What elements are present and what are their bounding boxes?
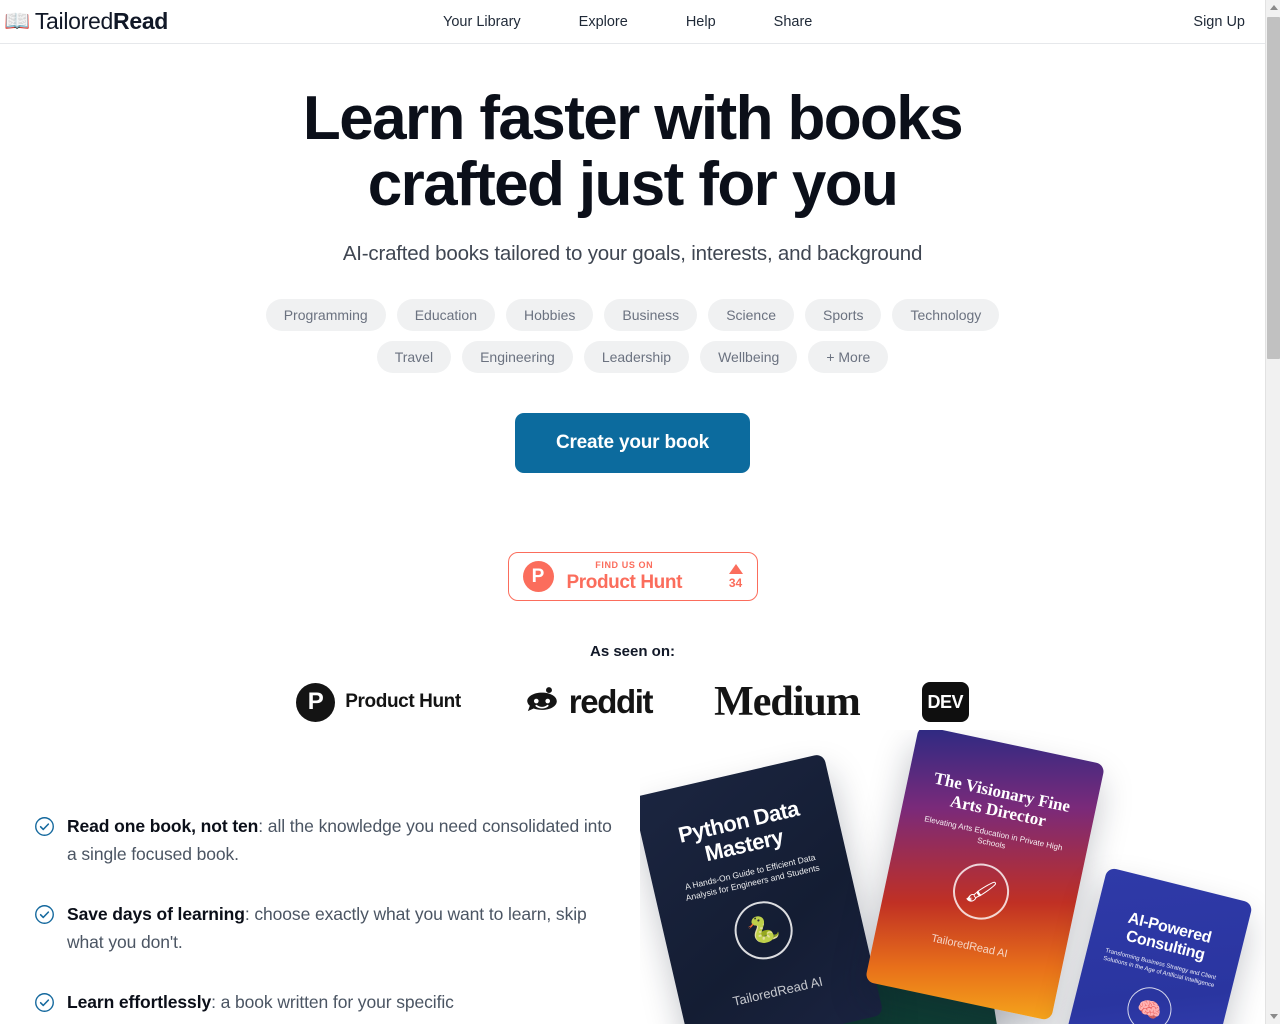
nav-item-your-library[interactable]: Your Library (443, 8, 521, 36)
create-your-book-button[interactable]: Create your book (514, 413, 751, 473)
brand-logo[interactable]: 📖 TailoredRead (0, 10, 168, 33)
top-navbar: 📖 TailoredRead Your Library Explore Help… (0, 0, 1265, 44)
feature-text: Learn effortlessly: a book written for y… (67, 992, 454, 1012)
sign-up-button[interactable]: Sign Up (1193, 14, 1245, 30)
product-hunt-circle-icon: P (296, 682, 336, 722)
primary-nav: Your Library Explore Help Share (443, 8, 812, 36)
product-hunt-badge[interactable]: P FIND US ON Product Hunt 34 (507, 552, 758, 601)
scrollbar-thumb[interactable] (1267, 17, 1280, 359)
logo-reddit-label: reddit (568, 683, 654, 720)
category-pill-more[interactable]: + More (808, 341, 889, 373)
book-cover-ai-powered-consulting: AI-Powered Consulting Transforming Busin… (1056, 866, 1254, 1024)
scroll-down-button[interactable] (1266, 1009, 1280, 1024)
feature-list: Read one book, not ten: all the knowledg… (34, 812, 624, 1024)
category-pill-leadership[interactable]: Leadership (583, 341, 690, 373)
as-seen-on-title: As seen on: (589, 643, 676, 660)
category-pill-programming[interactable]: Programming (265, 299, 386, 331)
category-pill-hobbies[interactable]: Hobbies (506, 299, 594, 331)
check-circle-icon (34, 816, 55, 837)
nav-item-explore[interactable]: Explore (579, 8, 628, 36)
product-hunt-kicker: FIND US ON (595, 560, 654, 570)
logo-product-hunt[interactable]: P Product Hunt (296, 682, 461, 722)
book-cover-python-data-mastery: Python Data Mastery A Hands-On Guide to … (640, 753, 884, 1024)
hero-section: Learn faster with books crafted just for… (0, 44, 1265, 726)
category-pill-education[interactable]: Education (396, 299, 495, 331)
brain-network-icon: 🧠 (1122, 982, 1177, 1024)
feature-text: Save days of learning: choose exactly wh… (67, 904, 587, 952)
chevron-up-icon (1269, 5, 1278, 10)
product-hunt-name: Product Hunt (566, 572, 683, 593)
feature-item-learn-effortlessly: Learn effortlessly: a book written for y… (34, 988, 624, 1016)
as-seen-on-logos: P Product Hunt reddit Medium DEV (0, 678, 1265, 726)
book-sparkle-icon: 📖 (4, 10, 30, 33)
book-footer: TailoredRead AI (930, 932, 1009, 961)
feature-item-save-days: Save days of learning: choose exactly wh… (34, 900, 624, 956)
feature-text: Read one book, not ten: all the knowledg… (67, 816, 612, 864)
page-title: Learn faster with books crafted just for… (302, 84, 964, 219)
book-covers-illustration: Python Data Mastery A Hands-On Guide to … (640, 730, 1280, 1024)
book-cover-visionary-fine-arts-director: The Visionary Fine Arts Director Elevati… (864, 730, 1106, 1021)
landing-page: 📖 TailoredRead Your Library Explore Help… (0, 0, 1280, 1024)
check-circle-icon (34, 992, 55, 1013)
upvote-triangle-icon (728, 563, 743, 574)
category-pill-list: Programming Education Hobbies Business S… (253, 299, 1013, 373)
feature-item-read-one-book: Read one book, not ten: all the knowledg… (34, 812, 624, 868)
category-pill-business[interactable]: Business (604, 299, 698, 331)
cta-container: Create your book (0, 413, 1265, 473)
hero-subtitle: AI-crafted books tailored to your goals,… (342, 242, 923, 265)
logo-dev[interactable]: DEV (921, 682, 969, 722)
category-pill-technology[interactable]: Technology (892, 299, 1000, 331)
nav-item-help[interactable]: Help (686, 8, 716, 36)
logo-reddit[interactable]: reddit (523, 681, 654, 724)
category-pill-engineering[interactable]: Engineering (462, 341, 573, 373)
category-pill-wellbeing[interactable]: Wellbeing (700, 341, 798, 373)
vertical-scrollbar[interactable] (1265, 0, 1280, 1024)
logo-product-hunt-label: Product Hunt (345, 691, 461, 712)
paintbrush-icon: 🖌 (947, 858, 1015, 926)
category-pill-science[interactable]: Science (708, 299, 794, 331)
product-hunt-badge-container: P FIND US ON Product Hunt 34 (0, 552, 1265, 601)
chevron-down-icon (1269, 1014, 1278, 1019)
brand-name: TailoredRead (34, 8, 169, 34)
nav-item-share[interactable]: Share (774, 8, 813, 36)
check-circle-icon (34, 904, 55, 925)
python-snake-icon: 🐍 (728, 895, 799, 965)
category-pill-travel[interactable]: Travel (376, 341, 452, 373)
category-pill-sports[interactable]: Sports (805, 299, 882, 331)
reddit-alien-icon (523, 681, 561, 724)
book-footer: TailoredRead AI (731, 973, 825, 1009)
product-hunt-upvotes: 34 (728, 563, 743, 590)
scroll-up-button[interactable] (1266, 0, 1280, 15)
logo-medium[interactable]: Medium (714, 678, 861, 726)
upvote-count: 34 (728, 575, 743, 590)
product-hunt-icon: P (522, 561, 554, 592)
